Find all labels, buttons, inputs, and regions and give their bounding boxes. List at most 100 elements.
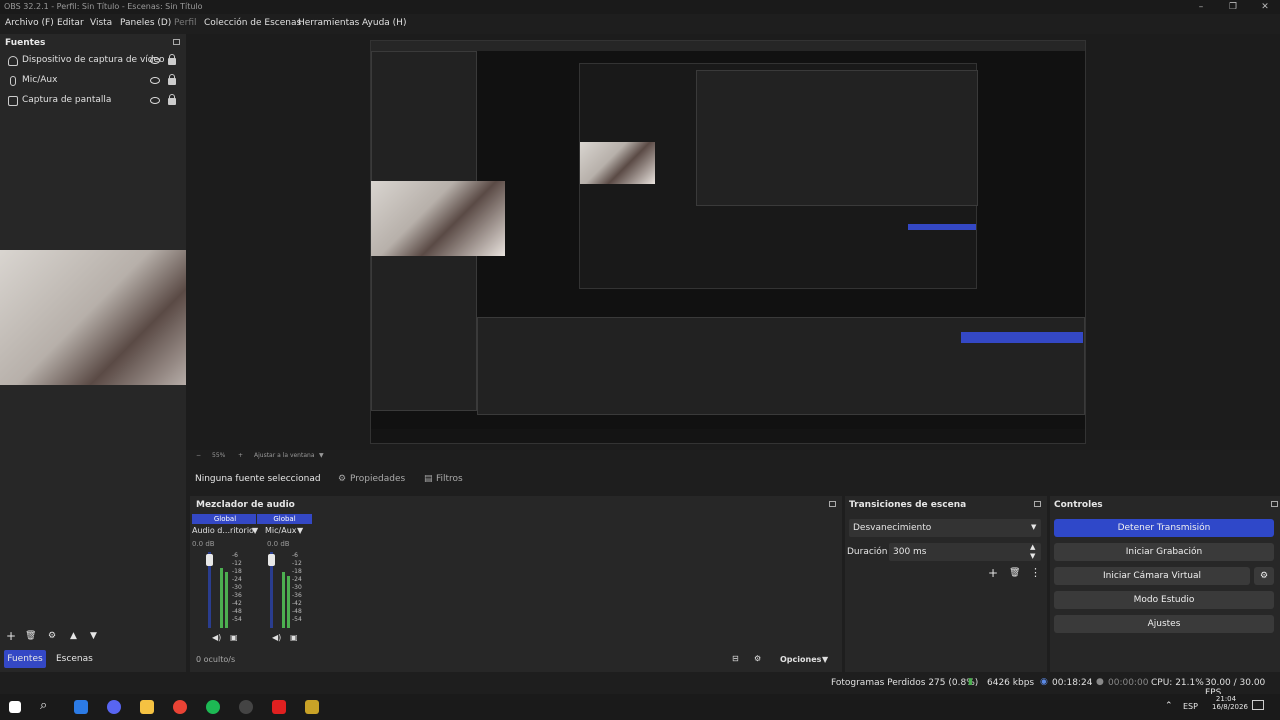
start-virtual-cam-button[interactable]: Iniciar Cámara Virtual xyxy=(1054,567,1250,585)
language-indicator[interactable]: ESP xyxy=(1183,702,1198,711)
search-icon[interactable]: ⌕ xyxy=(40,698,47,713)
undock-icon[interactable] xyxy=(1271,501,1278,507)
spin-up-icon[interactable]: ▲ xyxy=(1030,543,1035,551)
chevron-down-icon[interactable]: ▼ xyxy=(822,655,828,664)
gear-icon[interactable]: ⚙ xyxy=(48,631,56,641)
trash-icon[interactable]: 🗑 xyxy=(1009,568,1020,578)
menu-bar: Archivo (F) Editar Vista Paneles (D) Per… xyxy=(0,14,1280,34)
volume-fader[interactable] xyxy=(268,554,275,566)
eye-icon[interactable] xyxy=(150,77,160,84)
zoom-level: 55% xyxy=(212,452,226,459)
menu-coleccion-escenas[interactable]: Colección de Escenas xyxy=(204,18,301,28)
stop-stream-button[interactable]: Detener Transmisión xyxy=(1054,519,1274,537)
tab-escenas[interactable]: Escenas xyxy=(56,654,93,664)
undock-icon[interactable] xyxy=(173,39,180,45)
bitrate: 6426 kbps xyxy=(987,678,1035,688)
source-item-screen-capture[interactable]: Captura de pantalla xyxy=(0,92,186,112)
duration-value: 300 ms xyxy=(893,547,927,557)
tray-chevron-icon[interactable]: ⌃ xyxy=(1165,701,1173,711)
db-ticks: -6 -12 -18 -24 -30 -36 -42 -48 -54 xyxy=(292,552,302,623)
settings-button[interactable]: Ajustes xyxy=(1054,615,1274,633)
nested-webcam xyxy=(371,181,505,256)
clock-time: 21:04 xyxy=(1215,695,1237,703)
app-red-icon[interactable] xyxy=(272,700,286,714)
spotify-icon[interactable] xyxy=(206,700,220,714)
virtual-cam-settings-icon[interactable]: ⚙ xyxy=(1254,567,1274,585)
steam-icon[interactable] xyxy=(74,700,88,714)
channel-settings-icon[interactable]: ▣ xyxy=(290,633,298,642)
menu-ayuda[interactable]: Ayuda (H) xyxy=(362,18,406,28)
minimize-icon[interactable]: – xyxy=(1186,0,1216,14)
record-time: 00:00:00 xyxy=(1108,678,1149,688)
move-down-icon[interactable]: ▼ xyxy=(90,631,97,641)
notification-icon[interactable] xyxy=(1252,700,1264,710)
db-ticks: -6 -12 -18 -24 -30 -36 -42 -48 -54 xyxy=(232,552,242,623)
add-source-icon[interactable]: + xyxy=(6,629,16,643)
trash-icon[interactable]: 🗑 xyxy=(25,631,36,641)
speaker-icon[interactable]: ◀) xyxy=(212,633,221,642)
volume-fader[interactable] xyxy=(206,554,213,566)
menu-paneles[interactable]: Paneles (D) xyxy=(120,18,171,28)
clock[interactable]: 21:04 16/8/2026 xyxy=(1212,695,1248,711)
zoom-bar: − 55% + Ajustar a la ventana ▼ xyxy=(186,450,1280,462)
camera-icon xyxy=(8,56,18,66)
undock-icon[interactable] xyxy=(1034,501,1041,507)
taskbar: ⌕ ⌃ ESP 21:04 16/8/2026 xyxy=(0,694,1280,720)
lock-icon[interactable] xyxy=(168,74,176,85)
undock-icon[interactable] xyxy=(829,501,836,507)
eye-icon[interactable] xyxy=(150,97,160,104)
source-item-mic-aux[interactable]: Mic/Aux xyxy=(0,72,186,92)
close-icon[interactable]: ✕ xyxy=(1250,0,1280,14)
source-label: Mic/Aux xyxy=(22,75,58,85)
stream-icon: ◉ xyxy=(1040,677,1048,687)
move-up-icon[interactable]: ▲ xyxy=(70,631,77,641)
context-bar: Ninguna fuente seleccionad ⚙ Propiedades… xyxy=(186,466,1280,492)
properties-button[interactable]: Propiedades xyxy=(350,474,405,484)
layout-icon[interactable]: ⊟ xyxy=(732,654,739,663)
transitions-title: Transiciones de escena xyxy=(849,500,967,510)
source-label: Captura de pantalla xyxy=(22,95,112,105)
menu-editar[interactable]: Editar xyxy=(57,18,84,28)
menu-archivo[interactable]: Archivo (F) xyxy=(5,18,54,28)
transition-select[interactable]: Desvanecimiento ▼ xyxy=(849,519,1041,537)
more-options-icon[interactable]: ⋮ xyxy=(1030,566,1041,579)
fit-window-button[interactable]: Ajustar a la ventana xyxy=(254,452,315,459)
lock-icon[interactable] xyxy=(168,54,176,65)
channel-settings-icon[interactable]: ▣ xyxy=(230,633,238,642)
duration-input[interactable]: 300 ms ▲ ▼ xyxy=(889,543,1041,561)
tab-fuentes[interactable]: Fuentes xyxy=(4,650,46,668)
start-recording-button[interactable]: Iniciar Grabación xyxy=(1054,543,1274,561)
spin-down-icon[interactable]: ▼ xyxy=(1030,552,1035,560)
preview-canvas[interactable] xyxy=(370,40,1086,444)
source-item-video-capture[interactable]: Dispositivo de captura de vídeo xyxy=(0,52,186,72)
controls-title: Controles xyxy=(1054,500,1103,510)
add-transition-icon[interactable]: + xyxy=(988,566,998,580)
chevron-down-icon[interactable]: ▼ xyxy=(319,452,324,459)
windows-start-icon[interactable] xyxy=(9,701,21,713)
discord-icon[interactable] xyxy=(107,700,121,714)
options-button[interactable]: Opciones xyxy=(780,655,821,664)
maximize-icon[interactable]: ❐ xyxy=(1218,0,1248,14)
lock-icon[interactable] xyxy=(168,94,176,105)
advanced-audio-icon[interactable]: ⚙ xyxy=(754,654,761,663)
chevron-down-icon[interactable]: ▼ xyxy=(297,526,303,535)
eye-icon[interactable] xyxy=(150,57,160,64)
studio-mode-button[interactable]: Modo Estudio xyxy=(1054,591,1274,609)
menu-herramientas[interactable]: Herramientas xyxy=(298,18,359,28)
folder-icon[interactable] xyxy=(140,700,154,714)
speaker-icon[interactable]: ◀) xyxy=(272,633,281,642)
app-yellow-icon[interactable] xyxy=(305,700,319,714)
menu-vista[interactable]: Vista xyxy=(90,18,112,28)
filters-button[interactable]: Filtros xyxy=(436,474,463,484)
chrome-icon[interactable] xyxy=(173,700,187,714)
channel-name: Mic/Aux xyxy=(265,526,297,535)
obs-icon[interactable] xyxy=(239,700,253,714)
signal-icon: ▮ xyxy=(968,677,973,687)
mixer-title: Mezclador de audio xyxy=(196,500,295,510)
global-tag: Global xyxy=(256,514,312,524)
chevron-down-icon[interactable]: ▼ xyxy=(252,526,258,535)
zoom-in-icon[interactable]: + xyxy=(238,452,243,459)
zoom-out-icon[interactable]: − xyxy=(196,452,201,459)
menu-perfil[interactable]: Perfil xyxy=(174,18,197,28)
dropped-frames: Fotogramas Perdidos 275 (0.8%) xyxy=(831,678,979,688)
